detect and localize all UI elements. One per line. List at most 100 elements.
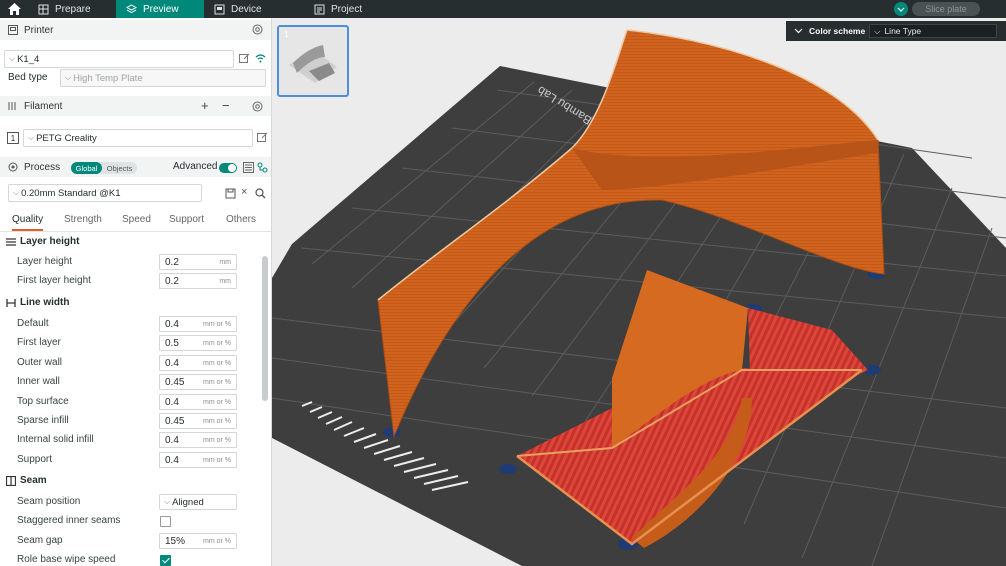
chevron-down-icon: ⌵ (28, 133, 35, 142)
tab-device[interactable]: Device (204, 0, 304, 18)
home-icon[interactable] (0, 0, 28, 18)
printer-name: K1_4 (17, 53, 40, 65)
first-layer-height-field[interactable]: 0.2 mm (159, 273, 237, 289)
color-scheme-panel: Color scheme ⌵ Line Type (786, 21, 1006, 41)
line-width-label: Support (17, 454, 53, 465)
line-width-field[interactable]: 0.45 mm or % (159, 374, 237, 390)
3d-preview-viewport[interactable]: Bambu Lab 1 Color scheme ⌵ Line Type (272, 18, 1006, 566)
unit-label: mm or % (203, 437, 231, 444)
tab-strength[interactable]: Strength (64, 214, 102, 225)
unit-label: mm (219, 259, 231, 266)
first-layer-height-value: 0.2 (165, 276, 179, 287)
plate-thumbnail[interactable]: 1 (277, 25, 349, 97)
unit-label: mm or % (203, 399, 231, 406)
tab-prepare[interactable]: Prepare (28, 0, 116, 18)
tab-label: Device (231, 3, 262, 15)
settings-scrollbar[interactable] (262, 256, 268, 401)
process-preset-select[interactable]: ⌵ 0.20mm Standard @K1 (8, 184, 202, 202)
printer-settings-gear-icon[interactable] (252, 24, 263, 35)
close-icon[interactable]: × (241, 186, 247, 198)
tab-label: Preview (143, 3, 179, 15)
line-width-field[interactable]: 0.5 mm or % (159, 335, 237, 351)
search-icon[interactable] (255, 188, 266, 199)
settings-tree-icon[interactable] (257, 162, 268, 173)
unit-label: mm or % (203, 418, 231, 425)
wifi-icon[interactable] (255, 53, 266, 64)
tab-speed[interactable]: Speed (122, 214, 151, 225)
line-width-label: Inner wall (17, 376, 60, 387)
field-value: 0.4 (165, 358, 179, 369)
process-tabs: Quality Strength Speed Support Others (0, 210, 271, 232)
field-value: 0.4 (165, 435, 179, 446)
role-base-wipe-speed-label: Role base wipe speed (17, 554, 116, 565)
tab-label: Project (331, 3, 363, 15)
tab-others[interactable]: Others (226, 214, 256, 225)
edit-filament-icon[interactable] (257, 132, 268, 143)
add-filament-icon[interactable]: + (201, 98, 209, 113)
line-width-label: Internal solid infill (17, 434, 94, 445)
slice-dropdown-icon[interactable] (894, 2, 908, 16)
settings-panel: Printer ⌵ K1_4 Bed type ⌵ High Temp Plat… (0, 18, 272, 566)
role-base-wipe-speed-checkbox[interactable] (160, 555, 171, 566)
color-scheme-value: Line Type (884, 26, 922, 36)
chevron-down-icon: ⌵ (13, 188, 20, 197)
edit-icon[interactable] (239, 53, 250, 64)
preview-scene: Bambu Lab (272, 29, 1006, 566)
line-width-label: First layer (17, 337, 61, 348)
line-width-group-title: Line width (20, 297, 70, 308)
color-scheme-select[interactable]: ⌵ Line Type (869, 24, 997, 38)
process-icon (8, 162, 18, 172)
line-width-field[interactable]: 0.4 mm or % (159, 355, 237, 371)
layer-height-label: Layer height (17, 256, 73, 267)
line-width-icon (6, 298, 16, 307)
seam-gap-label: Seam gap (17, 535, 63, 546)
seam-position-select[interactable]: ⌵ Aligned (159, 494, 237, 510)
global-option[interactable]: Global (71, 162, 102, 174)
tab-label: Prepare (55, 3, 91, 15)
slice-plate-button[interactable]: Slice plate (912, 2, 980, 16)
printer-select[interactable]: ⌵ K1_4 (4, 50, 234, 68)
line-width-field[interactable]: 0.4 mm or % (159, 394, 237, 410)
objects-option[interactable]: Objects (102, 162, 137, 174)
tab-quality[interactable]: Quality (12, 214, 44, 231)
staggered-inner-seams-label: Staggered inner seams (17, 515, 121, 526)
line-width-field[interactable]: 0.4 mm or % (159, 432, 237, 448)
printer-section-header: Printer (0, 20, 271, 40)
line-width-field[interactable]: 0.45 mm or % (159, 413, 237, 429)
filament-settings-gear-icon[interactable] (252, 101, 263, 112)
bed-type-value: High Temp Plate (73, 72, 143, 84)
filament-slot-badge[interactable]: 1 (7, 132, 19, 144)
save-preset-icon[interactable] (225, 188, 236, 199)
seam-icon (6, 475, 16, 486)
layer-height-field[interactable]: 0.2 mm (159, 254, 237, 270)
filament-select[interactable]: ⌵ PETG Creality (23, 129, 253, 147)
unit-label: mm or % (203, 321, 231, 328)
plate-number: 1 (284, 30, 289, 39)
staggered-inner-seams-checkbox[interactable] (160, 516, 171, 527)
bed-type-select[interactable]: ⌵ High Temp Plate (60, 69, 266, 87)
advanced-toggle[interactable] (219, 163, 237, 173)
remove-filament-icon[interactable]: − (222, 98, 230, 113)
global-objects-switch[interactable]: Global Objects (71, 162, 137, 174)
seam-group-header: Seam (6, 475, 47, 486)
slice-controls: Slice plate (894, 0, 1006, 18)
prepare-icon (38, 4, 49, 14)
tab-project[interactable]: Project (304, 0, 404, 18)
filament-name: PETG Creality (36, 132, 97, 144)
line-width-field[interactable]: 0.4 mm or % (159, 452, 237, 468)
layer-height-group-title: Layer height (20, 236, 80, 247)
unit-label: mm or % (203, 379, 231, 386)
compare-icon[interactable] (243, 162, 254, 173)
field-value: 0.5 (165, 338, 179, 349)
line-width-label: Top surface (17, 396, 69, 407)
unit-label: mm (219, 278, 231, 285)
tab-preview[interactable]: Preview (116, 0, 204, 18)
seam-gap-field[interactable]: 15% mm or % (159, 533, 237, 549)
seam-gap-value: 15% (165, 536, 186, 547)
seam-position-value: Aligned (172, 496, 204, 508)
line-width-field[interactable]: 0.4 mm or % (159, 316, 237, 332)
tab-support[interactable]: Support (169, 214, 204, 225)
collapse-icon[interactable] (794, 28, 803, 34)
filament-icon (8, 102, 16, 110)
project-icon (314, 4, 325, 14)
